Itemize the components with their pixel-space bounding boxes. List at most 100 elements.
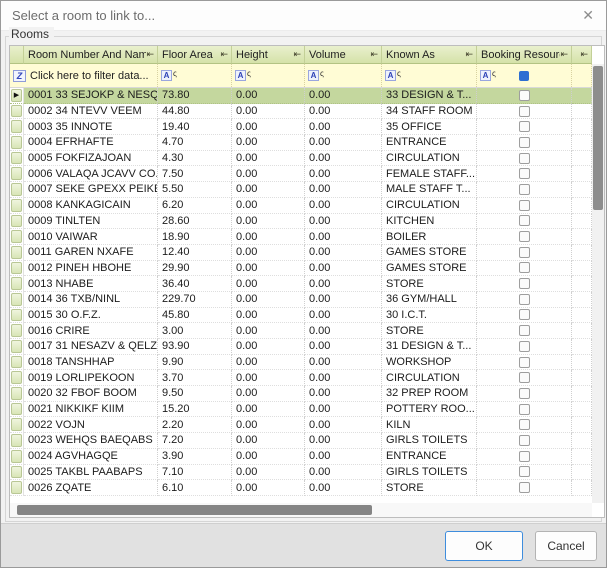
- table-row[interactable]: 0026 ZQATE6.100.000.00STORE: [10, 480, 592, 496]
- filter-cell-floor-area[interactable]: Aς: [158, 64, 232, 87]
- cell-booking-resource: [477, 166, 572, 182]
- column-header-booking-resource[interactable]: Booking Resource⇤: [477, 46, 572, 64]
- column-pin-icon[interactable]: ⇤: [370, 50, 378, 59]
- table-row[interactable]: 0004 EFRHAFTE4.700.000.00ENTRANCE: [10, 135, 592, 151]
- booking-checkbox[interactable]: [519, 309, 530, 320]
- filter-edit-icon[interactable]: Z: [13, 70, 26, 82]
- cell-volume: 0.00: [305, 292, 382, 308]
- column-header-known-as[interactable]: Known As⇤: [382, 46, 477, 64]
- booking-filter-checkbox[interactable]: [519, 71, 529, 81]
- cell-known-as: 31 DESIGN & T...: [382, 339, 477, 355]
- vertical-scrollbar-thumb[interactable]: [593, 66, 603, 210]
- table-row[interactable]: 0010 VAIWAR18.900.000.00BOILER: [10, 229, 592, 245]
- table-row[interactable]: 0023 WEHQS BAEQABS7.200.000.00GIRLS TOIL…: [10, 433, 592, 449]
- filter-type-icon[interactable]: Aς: [235, 70, 251, 81]
- booking-checkbox[interactable]: [519, 247, 530, 258]
- filter-type-icon[interactable]: Aς: [385, 70, 401, 81]
- booking-checkbox[interactable]: [519, 262, 530, 273]
- cell-volume: 0.00: [305, 402, 382, 418]
- booking-checkbox[interactable]: [519, 466, 530, 477]
- table-row[interactable]: 0013 NHABE36.400.000.00STORE: [10, 276, 592, 292]
- column-pin-icon[interactable]: ⇤: [580, 50, 588, 59]
- booking-checkbox[interactable]: [519, 372, 530, 383]
- cell-filler: [572, 88, 592, 104]
- booking-checkbox[interactable]: [519, 357, 530, 368]
- booking-checkbox[interactable]: [519, 435, 530, 446]
- row-indicator-button: [11, 105, 22, 118]
- booking-checkbox[interactable]: [519, 341, 530, 352]
- column-pin-icon[interactable]: ⇤: [293, 50, 301, 59]
- ok-button[interactable]: OK: [445, 531, 523, 561]
- cancel-button[interactable]: Cancel: [535, 531, 597, 561]
- close-icon[interactable]: ✕: [582, 7, 594, 23]
- table-row[interactable]: 0024 AGVHAGQE3.900.000.00ENTRANCE: [10, 449, 592, 465]
- filter-cell-booking-resource[interactable]: Aς: [477, 64, 572, 87]
- booking-checkbox[interactable]: [519, 200, 530, 211]
- booking-checkbox[interactable]: [519, 482, 530, 493]
- table-row[interactable]: 0003 35 INNOTE19.400.000.0035 OFFICE: [10, 119, 592, 135]
- filter-modifier-icon: ς: [173, 70, 177, 78]
- booking-checkbox[interactable]: [519, 168, 530, 179]
- cell-booking-resource: [477, 151, 572, 167]
- booking-checkbox[interactable]: [519, 278, 530, 289]
- filter-type-icon[interactable]: Aς: [308, 70, 324, 81]
- table-row[interactable]: 0019 LORLIPEKOON3.700.000.00CIRCULATION: [10, 370, 592, 386]
- table-row[interactable]: 0018 TANSHHAP9.900.000.00WORKSHOP: [10, 355, 592, 371]
- column-header-height[interactable]: Height⇤: [232, 46, 305, 64]
- cell-floor-area: 7.20: [158, 433, 232, 449]
- table-row[interactable]: 0022 VOJN2.200.000.00KILN: [10, 417, 592, 433]
- booking-checkbox[interactable]: [519, 137, 530, 148]
- table-row[interactable]: 0008 KANKAGICAIN6.200.000.00CIRCULATION: [10, 198, 592, 214]
- table-row[interactable]: 0011 GAREN NXAFE12.400.000.00GAMES STORE: [10, 245, 592, 261]
- column-pin-icon[interactable]: ⇤: [560, 50, 568, 59]
- filter-type-icon[interactable]: Aς: [480, 70, 496, 81]
- filter-cell-volume[interactable]: Aς: [305, 64, 382, 87]
- booking-checkbox[interactable]: [519, 121, 530, 132]
- table-row[interactable]: 0002 34 NTEVV VEEM44.800.000.0034 STAFF …: [10, 104, 592, 120]
- cell-volume: 0.00: [305, 135, 382, 151]
- column-header-floor-area[interactable]: Floor Area⇤: [158, 46, 232, 64]
- booking-checkbox[interactable]: [519, 404, 530, 415]
- horizontal-scrollbar[interactable]: [10, 503, 592, 517]
- column-pin-icon[interactable]: ⇤: [465, 50, 473, 59]
- table-row[interactable]: 0016 CRIRE3.000.000.00STORE: [10, 323, 592, 339]
- cell-volume: 0.00: [305, 417, 382, 433]
- booking-checkbox[interactable]: [519, 294, 530, 305]
- table-row[interactable]: 0006 VALAQA JCAVV CO...7.500.000.00FEMAL…: [10, 166, 592, 182]
- horizontal-scrollbar-thumb[interactable]: [17, 505, 372, 515]
- cell-known-as: ENTRANCE: [382, 449, 477, 465]
- row-indicator-button: [11, 230, 22, 243]
- booking-checkbox[interactable]: [519, 388, 530, 399]
- table-row[interactable]: 0007 SEKE GPEXX PEIKE...5.500.000.00MALE…: [10, 182, 592, 198]
- column-pin-icon[interactable]: ⇤: [220, 50, 228, 59]
- booking-checkbox[interactable]: [519, 184, 530, 195]
- table-row[interactable]: 0021 NIKKIKF KIIM15.200.000.00POTTERY RO…: [10, 402, 592, 418]
- booking-checkbox[interactable]: [519, 231, 530, 242]
- booking-checkbox[interactable]: [519, 419, 530, 430]
- column-header-room-number-and-name[interactable]: Room Number And Name⇤: [24, 46, 158, 64]
- booking-checkbox[interactable]: [519, 325, 530, 336]
- table-row[interactable]: ▶0001 33 SEJOKP & NESQ...73.800.000.0033…: [10, 88, 592, 104]
- booking-checkbox[interactable]: [519, 153, 530, 164]
- table-row[interactable]: 0017 31 NESAZV & QELZ...93.900.000.0031 …: [10, 339, 592, 355]
- vertical-scrollbar[interactable]: [592, 64, 604, 503]
- cell-height: 0.00: [232, 339, 305, 355]
- filter-cell-height[interactable]: Aς: [232, 64, 305, 87]
- filter-type-icon[interactable]: Aς: [161, 70, 177, 81]
- booking-checkbox[interactable]: [519, 90, 530, 101]
- row-indicator: [10, 198, 24, 214]
- table-row[interactable]: 0014 36 TXB/NINL229.700.000.0036 GYM/HAL…: [10, 292, 592, 308]
- table-row[interactable]: 0009 TINLTEN28.600.000.00KITCHEN: [10, 214, 592, 230]
- booking-checkbox[interactable]: [519, 451, 530, 462]
- column-header-volume[interactable]: Volume⇤: [305, 46, 382, 64]
- table-row[interactable]: 0015 30 O.F.Z.45.800.000.0030 I.C.T.: [10, 308, 592, 324]
- column-pin-icon[interactable]: ⇤: [146, 50, 154, 59]
- booking-checkbox[interactable]: [519, 215, 530, 226]
- table-row[interactable]: 0005 FOKFIZAJOAN4.300.000.00CIRCULATION: [10, 151, 592, 167]
- table-row[interactable]: 0025 TAKBL PAABAPS7.100.000.00GIRLS TOIL…: [10, 465, 592, 481]
- filter-cell-known-as[interactable]: Aς: [382, 64, 477, 87]
- booking-checkbox[interactable]: [519, 106, 530, 117]
- table-row[interactable]: 0020 32 FBOF BOOM9.500.000.0032 PREP ROO…: [10, 386, 592, 402]
- filter-cell-room-number-and-name[interactable]: ZClick here to filter data...: [10, 64, 158, 87]
- table-row[interactable]: 0012 PINEH HBOHE29.900.000.00GAMES STORE: [10, 261, 592, 277]
